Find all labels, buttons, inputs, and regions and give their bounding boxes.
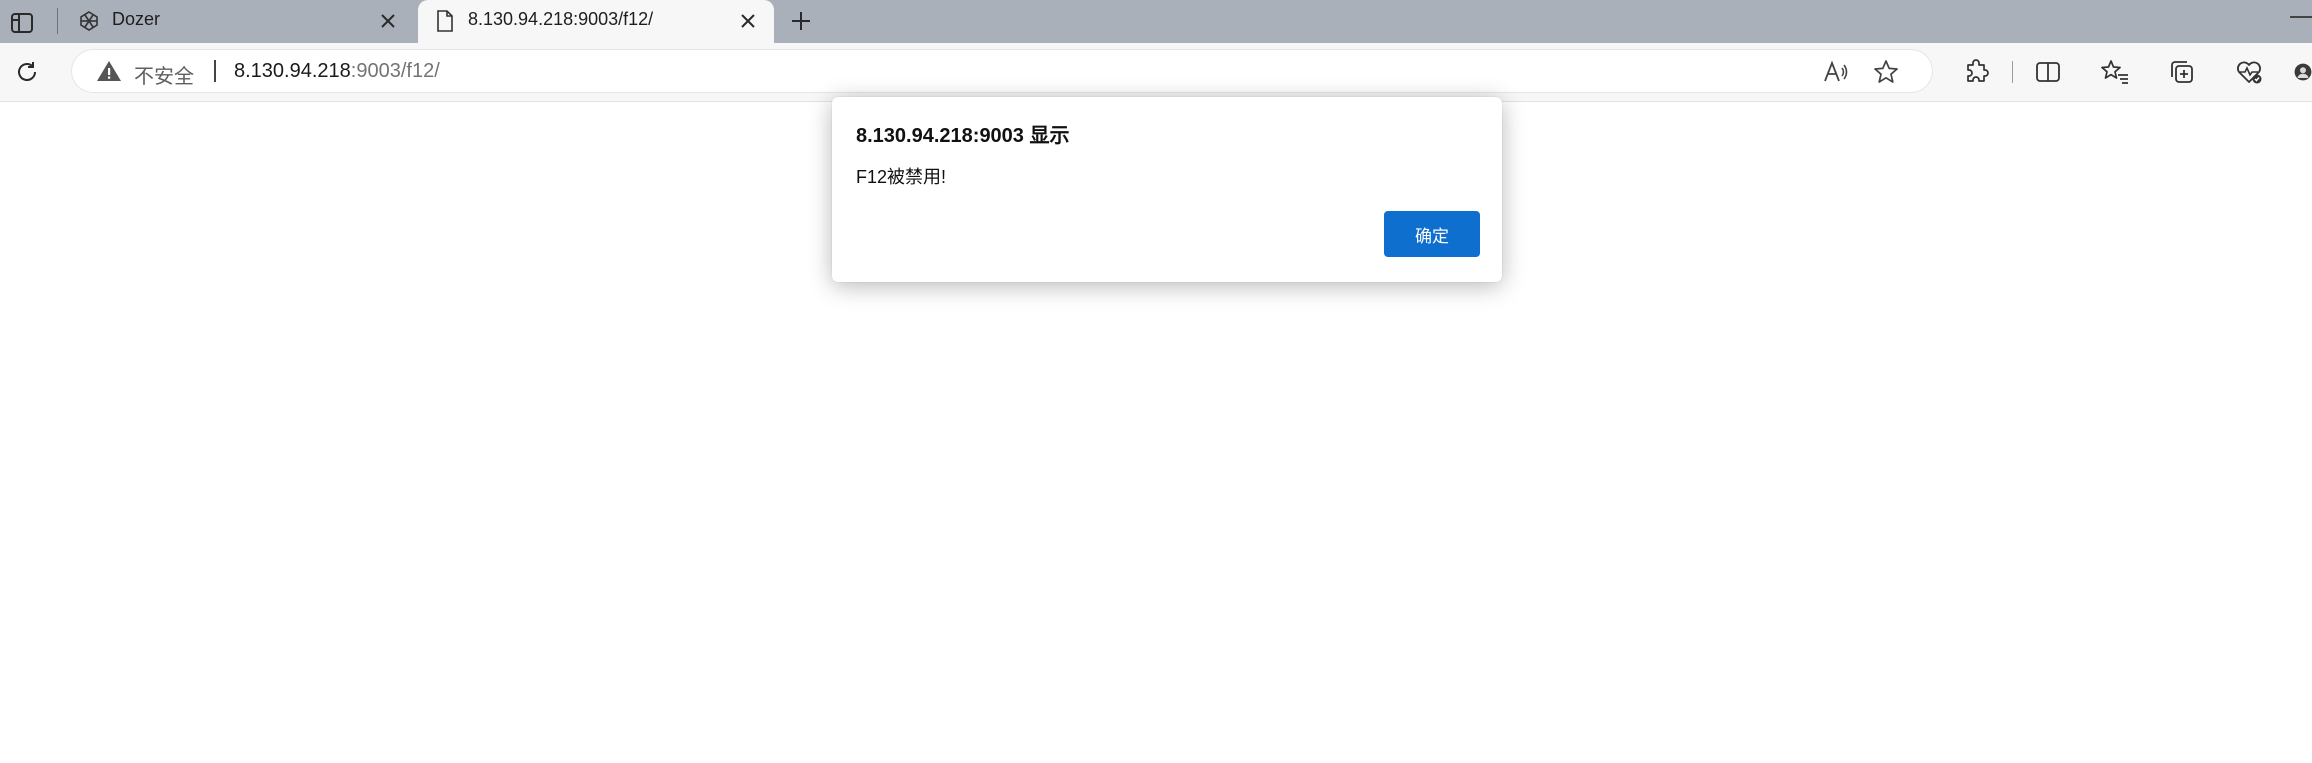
tab-title: Dozer [112,9,161,29]
toolbar-separator [2012,61,2013,83]
favorites-icon[interactable] [2100,57,2130,87]
url-host: 8.130.94.218 [234,60,351,82]
not-secure-label[interactable]: 不安全 [134,60,194,89]
collections-icon[interactable] [2167,57,2197,87]
split-screen-icon[interactable] [2033,57,2063,87]
dozer-logo-icon [76,8,102,34]
close-tab-icon[interactable] [736,9,760,33]
browser-toolbar: 不安全 8.130.94.218:9003/f12/ [0,43,2312,102]
new-tab-icon[interactable] [786,6,816,36]
url-path: :9003/f12/ [350,60,440,82]
page-icon [432,8,458,34]
profile-avatar-icon[interactable] [2294,57,2312,87]
alert-dialog: 8.130.94.218:9003 显示 F12被禁用! 确定 [832,97,1502,282]
close-tab-icon[interactable] [376,9,400,33]
dialog-message: F12被禁用! [856,167,947,187]
tab-strip: Dozer 8.130.94.218:9003/f12/ [0,0,2312,43]
tab-dozer[interactable]: Dozer [62,0,414,43]
read-aloud-icon[interactable] [1822,58,1850,86]
tab-current[interactable]: 8.130.94.218:9003/f12/ [418,0,774,43]
tab-actions-menu-icon[interactable] [8,9,36,37]
address-separator [214,60,216,82]
url-text[interactable]: 8.130.94.218:9003/f12/ [234,60,440,83]
tab-separator [57,8,58,34]
tab-title: 8.130.94.218:9003/f12/ [468,9,654,29]
dialog-title: 8.130.94.218:9003 显示 [856,125,1070,147]
favorite-star-icon[interactable] [1872,58,1900,86]
minimize-icon[interactable] [2290,16,2312,18]
ok-button[interactable]: 确定 [1384,211,1480,257]
browser-essentials-icon[interactable] [2234,57,2264,87]
refresh-icon[interactable] [12,57,42,87]
address-bar[interactable]: 不安全 8.130.94.218:9003/f12/ [72,50,1932,92]
extensions-icon[interactable] [1962,57,1992,87]
warning-icon[interactable] [96,59,122,83]
